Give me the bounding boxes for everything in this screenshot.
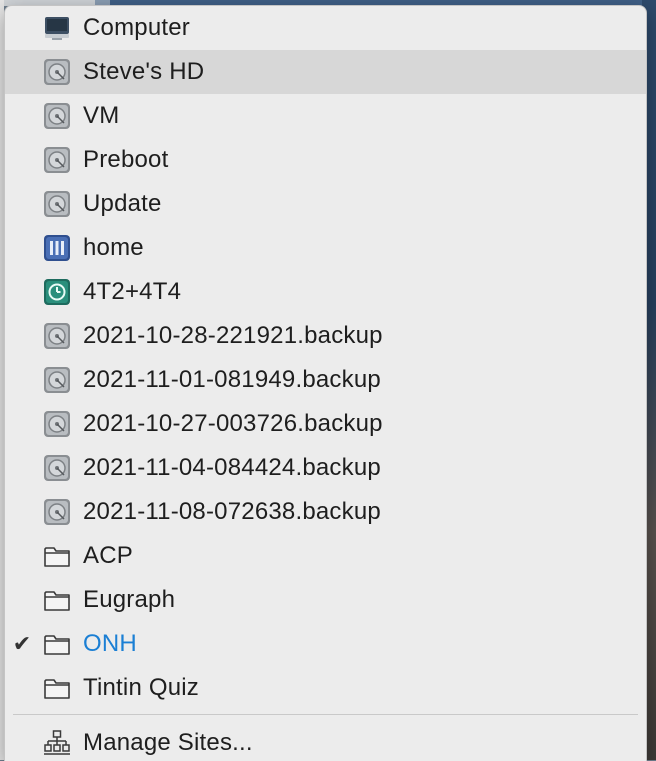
manage-sites-button[interactable]: Manage Sites... bbox=[5, 721, 646, 761]
manage-sites-label: Manage Sites... bbox=[83, 729, 253, 756]
hard-drive-icon bbox=[41, 320, 73, 352]
menu-item-backup-2021-10-27[interactable]: 2021-10-27-003726.backup bbox=[5, 402, 646, 446]
menu-item-4t2-4t4[interactable]: 4T2+4T4 bbox=[5, 270, 646, 314]
computer-icon bbox=[41, 12, 73, 44]
hard-drive-icon bbox=[41, 496, 73, 528]
menu-item-computer[interactable]: Computer bbox=[5, 6, 646, 50]
menu-item-label: 2021-11-08-072638.backup bbox=[83, 498, 381, 525]
hard-drive-icon bbox=[41, 144, 73, 176]
menu-item-label: Preboot bbox=[83, 146, 169, 173]
folder-icon bbox=[41, 584, 73, 616]
menu-item-label: Update bbox=[83, 190, 162, 217]
menu-item-steves-hd[interactable]: Steve's HD bbox=[5, 50, 646, 94]
menu-item-label: Computer bbox=[83, 14, 190, 41]
hard-drive-icon bbox=[41, 188, 73, 220]
menu-item-label: ACP bbox=[83, 542, 133, 569]
folder-icon bbox=[41, 672, 73, 704]
menu-item-label: VM bbox=[83, 102, 120, 129]
menu-item-label: home bbox=[83, 234, 144, 261]
folder-icon bbox=[41, 540, 73, 572]
hard-drive-icon bbox=[41, 452, 73, 484]
menu-item-vm[interactable]: VM bbox=[5, 94, 646, 138]
menu-item-backup-2021-10-28[interactable]: 2021-10-28-221921.backup bbox=[5, 314, 646, 358]
menu-item-label: Steve's HD bbox=[83, 58, 205, 85]
checkmark-icon: ✔ bbox=[12, 631, 32, 656]
menu-item-eugraph[interactable]: Eugraph bbox=[5, 578, 646, 622]
network-volume-icon bbox=[41, 232, 73, 264]
menu-separator bbox=[13, 714, 638, 715]
menu-item-backup-2021-11-01[interactable]: 2021-11-01-081949.backup bbox=[5, 358, 646, 402]
site-tree-icon bbox=[41, 727, 73, 759]
menu-item-tintin-quiz[interactable]: Tintin Quiz bbox=[5, 666, 646, 710]
menu-item-home[interactable]: home bbox=[5, 226, 646, 270]
folder-icon bbox=[41, 628, 73, 660]
hard-drive-icon bbox=[41, 56, 73, 88]
menu-item-backup-2021-11-04[interactable]: 2021-11-04-084424.backup bbox=[5, 446, 646, 490]
menu-item-label: 2021-10-27-003726.backup bbox=[83, 410, 383, 437]
hard-drive-icon bbox=[41, 364, 73, 396]
time-machine-icon bbox=[41, 276, 73, 308]
hard-drive-icon bbox=[41, 408, 73, 440]
menu-item-label: 4T2+4T4 bbox=[83, 278, 182, 305]
menu-item-label: 2021-11-04-084424.backup bbox=[83, 454, 381, 481]
menu-item-label: 2021-10-28-221921.backup bbox=[83, 322, 383, 349]
menu-item-backup-2021-11-08[interactable]: 2021-11-08-072638.backup bbox=[5, 490, 646, 534]
menu-item-label: Eugraph bbox=[83, 586, 176, 613]
hard-drive-icon bbox=[41, 100, 73, 132]
menu-item-label: ONH bbox=[83, 630, 137, 657]
menu-item-label: Tintin Quiz bbox=[83, 674, 200, 701]
menu-item-onh[interactable]: ✔ ONH bbox=[5, 622, 646, 666]
menu-item-label: 2021-11-01-081949.backup bbox=[83, 366, 381, 393]
menu-item-update[interactable]: Update bbox=[5, 182, 646, 226]
menu-item-acp[interactable]: ACP bbox=[5, 534, 646, 578]
location-dropdown-menu: Computer Steve's HD VM Preboot Update ho… bbox=[4, 5, 647, 761]
menu-item-preboot[interactable]: Preboot bbox=[5, 138, 646, 182]
